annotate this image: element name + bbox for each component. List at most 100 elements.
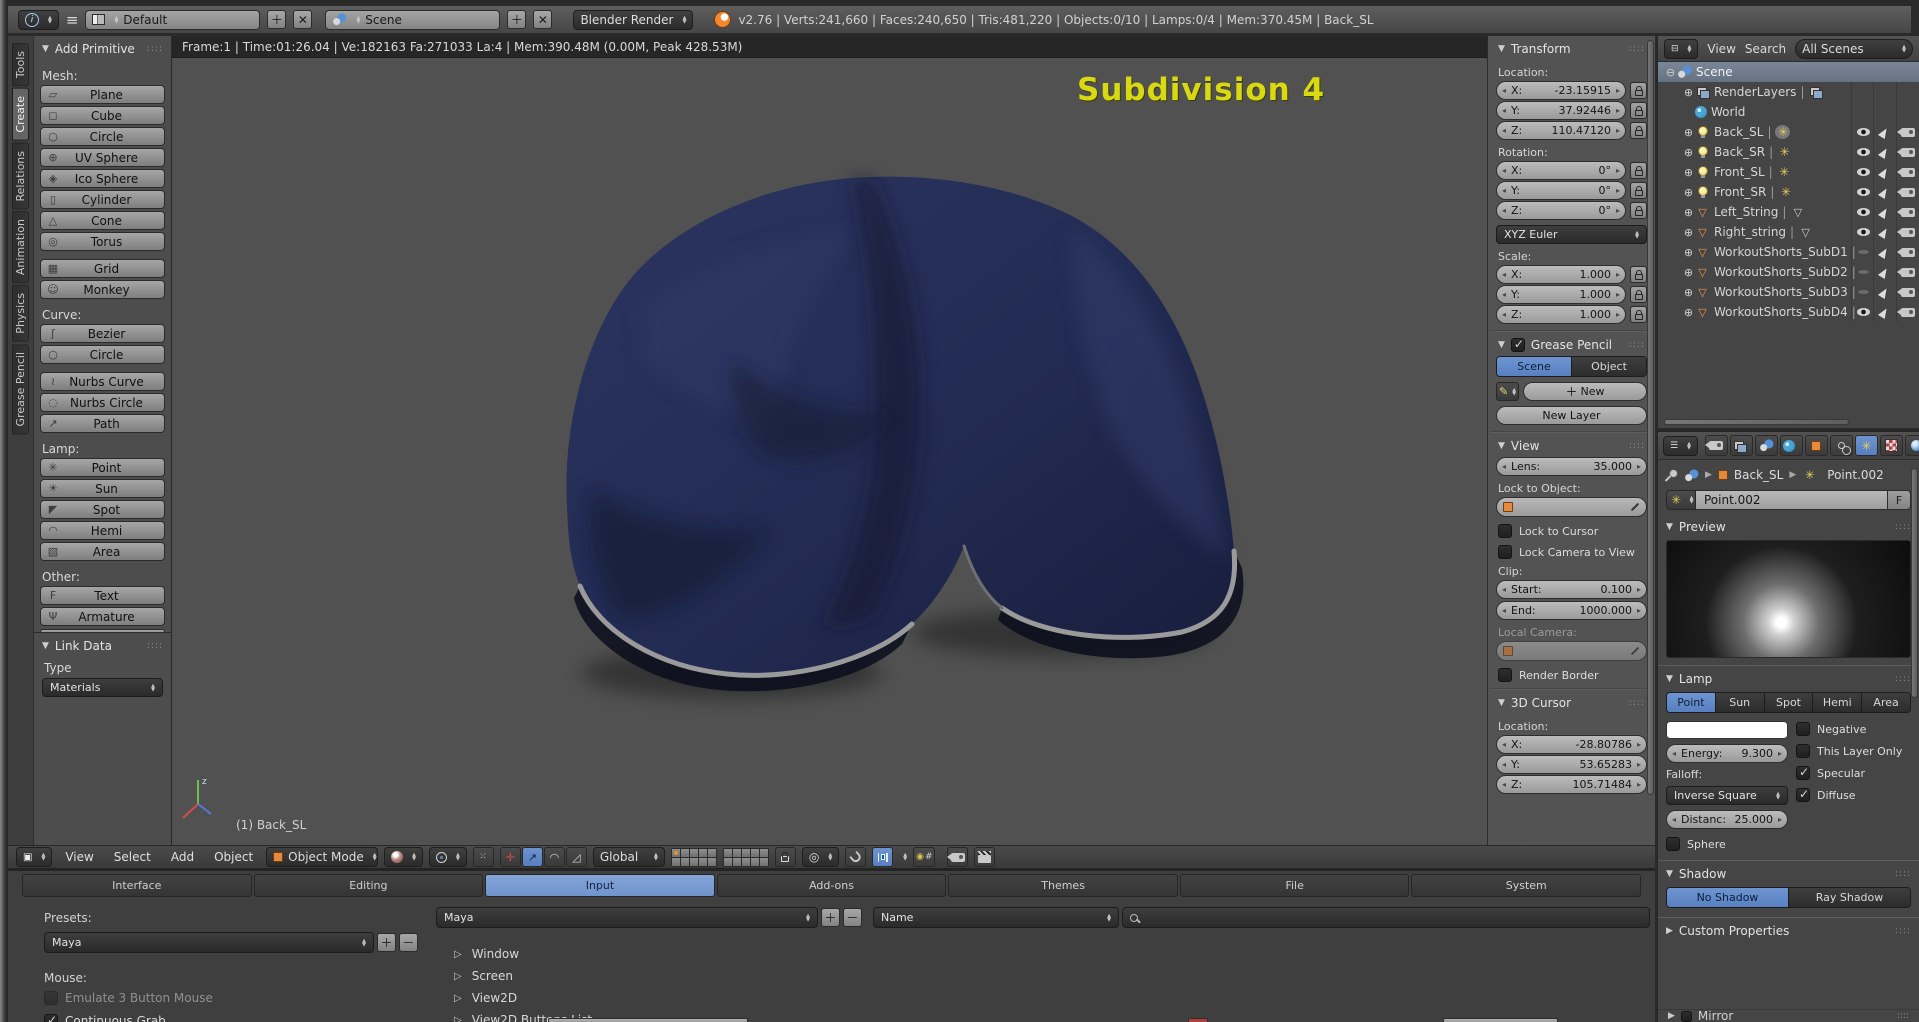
expand-expander-icon[interactable]: ⊕ [1682, 86, 1695, 99]
render-opengl-animation-button[interactable] [974, 847, 996, 867]
fake-user-button[interactable]: F [1887, 490, 1911, 510]
render-engine-dropdown[interactable]: Blender Render ▲ ▼ [573, 9, 694, 30]
location-field-x[interactable]: ◂ X: -23.15915 ▸ [1496, 81, 1626, 100]
outliner-row-back-sr[interactable]: ⊕ Back_SR | ✳ [1658, 142, 1919, 162]
snap-element-dropdown[interactable] [872, 847, 894, 867]
outliner-row-front-sl[interactable]: ⊕ Front_SL | ✳ [1658, 162, 1919, 182]
lock-button[interactable] [1630, 202, 1647, 219]
gp-new-button[interactable]: ＋ New [1523, 382, 1647, 401]
layer-cell[interactable] [723, 857, 732, 866]
add-point-button[interactable]: ✳ Point [40, 458, 165, 477]
add-uv-sphere-button[interactable]: ⊕ UV Sphere [40, 148, 165, 167]
outliner-row-renderlayers[interactable]: ⊕ RenderLayers | [1658, 82, 1919, 102]
cursor3d-panel-header[interactable]: ▼ 3D Cursor:::: [1490, 690, 1653, 714]
layer-cell[interactable] [732, 848, 741, 857]
layer-cell[interactable] [680, 848, 689, 857]
add-bezier-button[interactable]: ʃ Bezier [40, 324, 165, 343]
visibility-cell[interactable] [1853, 122, 1873, 142]
emulate-3-button-row[interactable]: Emulate 3 Button Mouse [44, 991, 213, 1005]
translate-manipulator-button[interactable]: ↗ [521, 847, 543, 867]
properties-tab-object-data[interactable]: ✳ [1854, 435, 1878, 456]
panel-checkbox[interactable] [1680, 1010, 1692, 1022]
falloff-dropdown[interactable]: Inverse Square ▲ ▼ [1666, 786, 1788, 805]
lock-to-cursor-checkbox[interactable] [1498, 524, 1512, 538]
right-arrow-icon[interactable]: ▸ [1616, 186, 1620, 195]
expand-triangle-icon[interactable]: ▷ [454, 993, 462, 1004]
viewport-editor-type-dropdown[interactable]: ▣ ▲ ▼ [16, 847, 53, 867]
filter-type-dropdown[interactable]: Name ▲ ▼ [873, 907, 1119, 928]
right-arrow-icon[interactable]: ▸ [1616, 206, 1620, 215]
left-arrow-icon[interactable]: ◂ [1502, 126, 1506, 135]
keymap-group-screen[interactable]: ▷ Screen [454, 965, 592, 987]
breadcrumb-data[interactable]: Point.002 [1827, 468, 1884, 482]
clip-start-field[interactable]: ◂ Start: 0.100 ▸ [1496, 580, 1647, 599]
left-arrow-icon[interactable]: ◂ [1502, 166, 1506, 175]
preferences-tab-interface[interactable]: Interface [22, 874, 252, 897]
add-circle-button[interactable]: ○ Circle [40, 127, 165, 146]
outliner-row-world[interactable]: World [1658, 102, 1919, 122]
visibility-cell[interactable] [1853, 202, 1873, 222]
visibility-cell[interactable] [1853, 262, 1873, 282]
link-data-panel-header[interactable]: ▼ Link Data:::: [34, 633, 171, 657]
keymap-search-input[interactable] [1122, 907, 1650, 928]
visibility-cell[interactable] [1853, 182, 1873, 202]
continuous-grab-row[interactable]: Continuous Grab [44, 1013, 166, 1022]
selectability-cell[interactable] [1875, 262, 1895, 282]
renderability-cell[interactable] [1897, 302, 1918, 322]
partially-visible-button[interactable] [548, 1018, 748, 1022]
left-arrow-icon[interactable]: ◂ [1502, 780, 1506, 789]
add-cylinder-button[interactable]: ▯ Cylinder [40, 190, 165, 209]
render-border-checkbox[interactable] [1498, 668, 1512, 682]
grease-pencil-panel-header[interactable]: ▼Grease Pencil:::: [1490, 332, 1653, 356]
properties-scrollbar[interactable] [1911, 468, 1918, 698]
local-camera-field[interactable] [1496, 641, 1647, 661]
close-scene-button[interactable]: ✕ [533, 10, 553, 29]
remove-preset-button[interactable]: － [399, 933, 418, 952]
add-nurbs-curve-button[interactable]: ≀ Nurbs Curve [40, 372, 165, 391]
manipulator-toggle[interactable]: ⁙ [472, 847, 494, 867]
outliner-row-scene[interactable]: ⊖ Scene [1658, 62, 1919, 82]
add-keyconfig-button[interactable]: ＋ [821, 908, 840, 927]
transform-panel-header[interactable]: ▼ Transform:::: [1490, 36, 1653, 60]
expand-expander-icon[interactable]: ⊕ [1682, 126, 1695, 139]
add-primitive-panel-header[interactable]: ▼ Add Primitive:::: [34, 36, 171, 60]
lamp-check-this-layer-only[interactable]: This Layer Only [1796, 744, 1911, 758]
right-arrow-icon[interactable]: ▸ [1616, 310, 1620, 319]
energy-field[interactable]: ◂ Energy: 9.300 ▸ [1666, 744, 1788, 763]
selectability-cell[interactable] [1875, 122, 1895, 142]
expand-triangle-icon[interactable]: ▷ [454, 1015, 462, 1022]
layer-cell[interactable] [698, 857, 707, 866]
left-arrow-icon[interactable]: ◂ [1502, 740, 1506, 749]
render-border-row[interactable]: Render Border [1498, 668, 1645, 682]
lock-button[interactable] [1630, 102, 1647, 119]
toolshelf-tab-animation[interactable]: Animation [12, 211, 29, 284]
properties-tab-render-layers[interactable] [1729, 435, 1753, 456]
visibility-cell[interactable] [1853, 222, 1873, 242]
selectability-cell[interactable] [1875, 202, 1895, 222]
layer-cell[interactable] [680, 857, 689, 866]
lamp-type-spot[interactable]: Spot [1764, 693, 1814, 712]
add-menu[interactable]: Add [164, 850, 201, 864]
expand-triangle-icon[interactable]: ▷ [454, 949, 462, 960]
left-arrow-icon[interactable]: ◂ [1502, 310, 1506, 319]
outliner-row-right-string[interactable]: ⊕ ▽ Right_string | ▽ [1658, 222, 1919, 242]
preferences-tab-themes[interactable]: Themes [948, 874, 1178, 897]
scale-manipulator-button[interactable]: ◿ [565, 847, 587, 867]
layer-cell[interactable] [741, 857, 750, 866]
gp-new-layer-button[interactable]: New Layer [1496, 406, 1647, 425]
emulate-3-button-checkbox[interactable] [44, 991, 58, 1005]
lamp-type-area[interactable]: Area [1862, 693, 1910, 712]
lock-camera-checkbox[interactable] [1498, 545, 1512, 559]
layer-cell[interactable] [759, 848, 768, 857]
left-arrow-icon[interactable]: ◂ [1502, 186, 1506, 195]
layer-cell[interactable] [750, 857, 759, 866]
preset-dropdown[interactable]: Maya ▲ ▼ [44, 932, 374, 953]
shadow-option-ray-shadow[interactable]: Ray Shadow [1789, 888, 1910, 907]
continuous-grab-checkbox[interactable] [44, 1013, 58, 1022]
snap-toggle-button[interactable] [845, 847, 867, 867]
rotation-field-x[interactable]: ◂ X: 0° ▸ [1496, 161, 1626, 180]
shadow-panel-header[interactable]: ▼ Shadow:::: [1658, 861, 1919, 885]
lock-button[interactable] [1630, 122, 1647, 139]
selectability-cell[interactable] [1875, 242, 1895, 262]
selectability-cell[interactable] [1875, 302, 1895, 322]
